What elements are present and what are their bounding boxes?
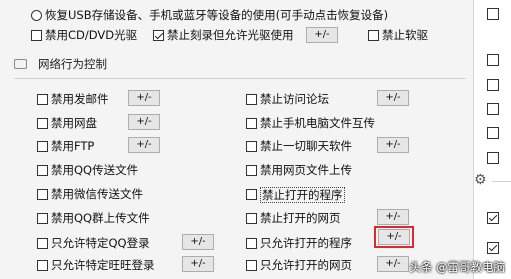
left-item-checkbox[interactable]: [37, 238, 48, 249]
right-item-button[interactable]: +/-: [377, 256, 409, 272]
right-item-label: 禁用网页文件上传: [260, 163, 352, 177]
left-item-label: 禁用微信传送文件: [51, 187, 143, 201]
left-item-button[interactable]: +/-: [128, 114, 160, 130]
network-section-title: 网络行为控制: [38, 57, 107, 71]
left-item-checkbox[interactable]: [37, 141, 48, 152]
highlight-box: [374, 226, 414, 248]
left-item-checkbox[interactable]: [37, 213, 48, 224]
left-item-label: 禁用FTP: [51, 139, 95, 153]
left-item-button[interactable]: +/-: [128, 90, 160, 106]
left-item-checkbox[interactable]: [37, 118, 48, 129]
disable-floppy-label: 禁止软驱: [382, 28, 428, 42]
left-item-button[interactable]: +/-: [128, 137, 160, 153]
left-item-checkbox[interactable]: [37, 165, 48, 176]
right-item-button[interactable]: +/-: [377, 209, 409, 225]
settings-panel: 恢复USB存储设备、手机或蓝牙等设备的使用(可手动点击恢复设备) 禁用CD/DV…: [0, 0, 474, 279]
left-item-label: 禁用QQ群上传文件: [51, 211, 150, 225]
left-item-checkbox[interactable]: [37, 260, 48, 271]
right-item-button[interactable]: +/-: [377, 137, 409, 153]
burn-adjust-button[interactable]: +/-: [306, 27, 338, 43]
watermark: 头条 @雷哥教电脑: [409, 260, 505, 274]
strip-checkbox[interactable]: [487, 79, 499, 91]
right-item-checkbox[interactable]: [246, 238, 257, 249]
right-item-checkbox[interactable]: [246, 94, 257, 105]
right-item-checkbox[interactable]: [246, 260, 257, 271]
section-divider: [14, 78, 466, 79]
right-item-label: 禁止访问论坛: [260, 92, 329, 106]
disable-floppy-checkbox[interactable]: [368, 30, 379, 41]
strip-checkbox[interactable]: [487, 54, 499, 66]
left-item-checkbox[interactable]: [37, 189, 48, 200]
disable-cddvd-label: 禁用CD/DVD光驱: [45, 28, 138, 42]
right-item-checkbox[interactable]: [246, 118, 257, 129]
right-item-checkbox[interactable]: [246, 141, 257, 152]
right-item-checkbox[interactable]: [246, 189, 257, 200]
disable-burn-checkbox[interactable]: [153, 30, 164, 41]
strip-checkbox[interactable]: [487, 127, 499, 139]
left-item-checkbox[interactable]: [37, 94, 48, 105]
right-item-label-focused: 禁止打开的程序: [260, 187, 345, 203]
right-item-button[interactable]: +/-: [377, 90, 409, 106]
left-item-label: 只允许特定旺旺登录: [51, 258, 155, 272]
right-item-label: 只允许打开的网页: [260, 258, 352, 272]
left-item-label: 禁用发邮件: [51, 92, 109, 106]
left-item-label: 只允许特定QQ登录: [51, 236, 150, 250]
left-item-label: 禁用QQ传送文件: [51, 163, 139, 177]
network-monitor-icon: [14, 59, 27, 69]
right-item-label: 只允许打开的程序: [260, 236, 352, 250]
right-item-label: 禁止手机电脑文件互传: [260, 116, 375, 130]
right-item-checkbox[interactable]: [246, 213, 257, 224]
gear-icon[interactable]: ⚙: [474, 172, 487, 188]
restore-usb-label: 恢复USB存储设备、手机或蓝牙等设备的使用(可手动点击恢复设备): [45, 8, 389, 22]
strip-checkbox[interactable]: [487, 212, 499, 224]
left-item-button[interactable]: +/-: [182, 234, 214, 250]
restore-usb-radio[interactable]: [31, 10, 42, 21]
right-item-checkbox[interactable]: [246, 165, 257, 176]
strip-checkbox[interactable]: [487, 152, 499, 164]
left-item-button[interactable]: +/-: [182, 256, 214, 272]
right-item-label: 禁止打开的网页: [260, 211, 341, 225]
disable-burn-label: 禁止刻录但允许光驱使用: [167, 28, 294, 42]
strip-divider: [492, 181, 511, 182]
right-item-label: 禁止一切聊天软件: [260, 139, 352, 153]
strip-checkbox[interactable]: [487, 242, 499, 254]
disable-cddvd-checkbox[interactable]: [31, 30, 42, 41]
strip-checkbox[interactable]: [487, 8, 499, 20]
left-item-label: 禁用网盘: [51, 116, 97, 130]
strip-checkbox[interactable]: [487, 103, 499, 115]
